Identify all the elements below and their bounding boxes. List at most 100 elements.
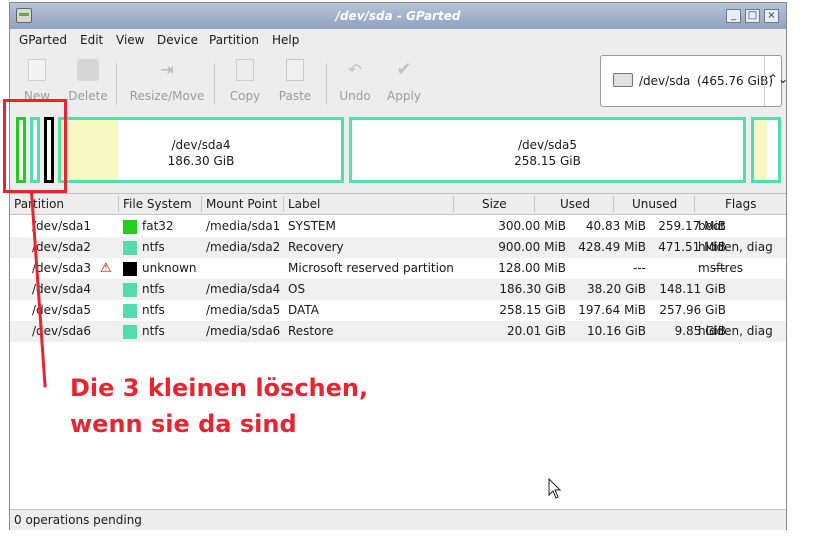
delete-button[interactable]: Delete bbox=[68, 59, 108, 103]
device-selector[interactable]: /dev/sda (465.76 GiB) ⌃⌄ bbox=[600, 55, 788, 107]
filesystem-color-swatch bbox=[123, 304, 137, 318]
status-bar: 0 operations pending bbox=[10, 509, 786, 530]
table-row[interactable]: ⚠ /dev/sda3 unknown Microsoft reserved part… bbox=[10, 258, 786, 279]
cell-label: Restore bbox=[288, 324, 334, 338]
cell-unused: 148.11 GiB bbox=[659, 282, 726, 296]
filesystem-color-swatch bbox=[123, 220, 137, 234]
column-separator bbox=[453, 196, 454, 212]
menu-gparted[interactable]: GParted bbox=[19, 33, 67, 47]
diskmap-sda4-size: 186.30 GiB bbox=[167, 154, 235, 168]
cell-size: 186.30 GiB bbox=[499, 282, 566, 296]
cell-label: SYSTEM bbox=[288, 219, 336, 233]
annotation-highlight-box bbox=[3, 99, 67, 193]
column-separator bbox=[201, 196, 202, 212]
annotation-text-line2: wenn sie da sind bbox=[70, 410, 297, 438]
undo-button[interactable]: ↶ Undo bbox=[338, 59, 372, 103]
paste-button[interactable]: Paste bbox=[278, 59, 312, 103]
menu-view[interactable]: View bbox=[116, 33, 144, 47]
cell-mount: /media/sda5 bbox=[206, 303, 281, 317]
cell-used: 38.20 GiB bbox=[586, 282, 646, 296]
menu-partition[interactable]: Partition bbox=[209, 33, 259, 47]
cell-partition: /dev/sda1 bbox=[32, 219, 92, 233]
cell-used: 197.64 MiB bbox=[578, 303, 646, 317]
filesystem-color-swatch bbox=[123, 283, 137, 297]
used-space-fill bbox=[754, 120, 768, 180]
diskmap-partition-sda6[interactable] bbox=[751, 117, 781, 183]
cell-label: DATA bbox=[288, 303, 319, 317]
cell-fs: ntfs bbox=[142, 282, 165, 296]
table-row[interactable]: /dev/sda6 ntfs/media/sda6 Restore 20.01 GiB… bbox=[10, 321, 786, 342]
toolbar-separator bbox=[116, 63, 117, 105]
header-filesystem[interactable]: File System bbox=[123, 197, 192, 211]
mouse-cursor-icon bbox=[548, 478, 562, 499]
cell-label: OS bbox=[288, 282, 306, 296]
cell-flags: hidden, diag bbox=[698, 240, 773, 254]
header-label[interactable]: Label bbox=[288, 197, 320, 211]
cell-partition: /dev/sda2 bbox=[32, 240, 92, 254]
table-row[interactable]: /dev/sda2 ntfs/media/sda2 Recovery 900.00 M… bbox=[10, 237, 786, 258]
new-button[interactable]: New bbox=[22, 59, 52, 103]
cell-size: 258.15 GiB bbox=[499, 303, 566, 317]
cell-fs: fat32 bbox=[142, 219, 174, 233]
cell-flags: hidden, diag bbox=[698, 324, 773, 338]
apply-button[interactable]: ✔ Apply bbox=[386, 59, 422, 103]
cell-used: 10.16 GiB bbox=[586, 324, 646, 338]
cell-label: Recovery bbox=[288, 240, 344, 254]
header-size[interactable]: Size bbox=[482, 197, 507, 211]
cell-partition: /dev/sda3 bbox=[32, 261, 92, 275]
table-row[interactable]: /dev/sda5 ntfs/media/sda5 DATA 258.15 GiB 19… bbox=[10, 300, 786, 321]
cell-unused: 257.96 GiB bbox=[659, 303, 726, 317]
cell-size: 300.00 MiB bbox=[498, 219, 566, 233]
warning-icon: ⚠ bbox=[100, 261, 112, 276]
table-header: Partition File System Mount Point Label … bbox=[10, 194, 786, 215]
table-row[interactable]: /dev/sda1 fat32/media/sda1 SYSTEM 300.00 Mi… bbox=[10, 216, 786, 237]
header-flags[interactable]: Flags bbox=[725, 197, 756, 211]
diskmap-sda5-name: /dev/sda5 bbox=[517, 138, 578, 152]
chevron-updown-icon: ⌃⌄ bbox=[768, 72, 789, 86]
cell-size: 20.01 GiB bbox=[506, 324, 566, 338]
annotation-text-line1: Die 3 kleinen löschen, bbox=[70, 374, 369, 402]
cell-mount: /media/sda1 bbox=[206, 219, 281, 233]
cell-used: --- bbox=[633, 261, 646, 275]
menu-edit[interactable]: Edit bbox=[80, 33, 103, 47]
column-separator bbox=[283, 196, 284, 212]
menu-bar: GParted Edit View Device Partition Help bbox=[10, 29, 786, 51]
copy-icon bbox=[236, 59, 254, 81]
gparted-window: /dev/sda - GParted _ □ × GParted Edit Vi… bbox=[9, 2, 788, 530]
cell-label: Microsoft reserved partition bbox=[288, 261, 454, 275]
close-button[interactable]: × bbox=[764, 9, 779, 23]
header-mountpoint[interactable]: Mount Point bbox=[206, 197, 277, 211]
disk-map: /dev/sda4 186.30 GiB /dev/sda5 258.15 Gi… bbox=[12, 113, 784, 193]
menu-device[interactable]: Device bbox=[157, 33, 198, 47]
device-selector-divider bbox=[764, 56, 765, 106]
partition-table: Partition File System Mount Point Label … bbox=[10, 193, 786, 510]
header-unused[interactable]: Unused bbox=[632, 197, 677, 211]
cell-used: 428.49 MiB bbox=[578, 240, 646, 254]
resize-move-icon: ⇥ bbox=[160, 60, 174, 79]
new-icon bbox=[28, 59, 46, 81]
column-separator bbox=[534, 196, 535, 212]
apply-check-icon: ✔ bbox=[396, 59, 412, 80]
table-row[interactable]: /dev/sda4 ntfs/media/sda4 OS 186.30 GiB 38.2… bbox=[10, 279, 786, 300]
diskmap-partition-sda4[interactable]: /dev/sda4 186.30 GiB bbox=[58, 117, 344, 183]
cell-size: 900.00 MiB bbox=[498, 240, 566, 254]
minimize-button[interactable]: _ bbox=[726, 9, 741, 23]
cell-size: 128.00 MiB bbox=[498, 261, 566, 275]
cell-flags: msftres bbox=[698, 261, 743, 275]
menu-help[interactable]: Help bbox=[272, 33, 299, 47]
diskmap-partition-sda5[interactable]: /dev/sda5 258.15 GiB bbox=[349, 117, 746, 183]
cell-mount: /media/sda6 bbox=[206, 324, 281, 338]
filesystem-color-swatch bbox=[123, 262, 137, 276]
title-bar[interactable]: /dev/sda - GParted _ □ × bbox=[10, 3, 786, 29]
maximize-button[interactable]: □ bbox=[745, 9, 760, 23]
toolbar-separator bbox=[214, 63, 215, 105]
copy-button[interactable]: Copy bbox=[229, 59, 261, 103]
toolbar-separator bbox=[326, 63, 327, 105]
device-path: /dev/sda bbox=[639, 74, 691, 88]
header-used[interactable]: Used bbox=[560, 197, 590, 211]
header-partition[interactable]: Partition bbox=[14, 197, 64, 211]
window-title: /dev/sda - GParted bbox=[335, 9, 461, 23]
resize-move-button[interactable]: ⇥ Resize/Move bbox=[128, 59, 206, 103]
toolbar: New Delete ⇥ Resize/Move Copy Paste ↶ Un… bbox=[10, 51, 788, 113]
device-size: (465.76 GiB) bbox=[697, 74, 774, 88]
